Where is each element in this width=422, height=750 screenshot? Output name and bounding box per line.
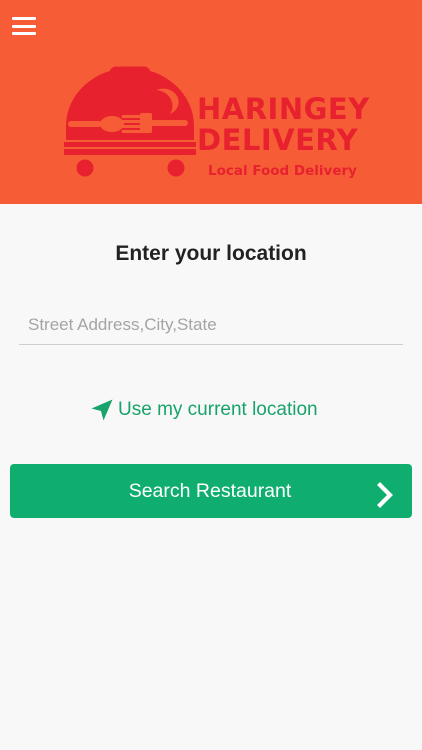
brand-name-line2: DELIVERY: [197, 123, 359, 157]
menu-icon-bar-top: [12, 17, 36, 21]
search-restaurant-button[interactable]: Search Restaurant: [10, 464, 412, 518]
use-current-location-label: Use my current location: [118, 399, 318, 420]
chevron-right-icon: [377, 482, 393, 508]
menu-icon-bar-bottom: [12, 32, 36, 36]
app-header: HARINGEY DELIVERY Local Food Delivery: [0, 0, 422, 204]
address-input[interactable]: [19, 305, 403, 345]
search-restaurant-label: Search Restaurant: [128, 480, 292, 502]
hamburger-menu-button[interactable]: [12, 15, 38, 37]
food-cart-icon: [64, 66, 196, 177]
spoon-bowl: [100, 116, 124, 132]
page-title: Enter your location: [115, 242, 307, 265]
spoon-handle: [68, 121, 102, 127]
fork-handle: [150, 120, 188, 126]
navigation-arrow-icon: [91, 399, 113, 421]
brand-name-line1: HARINGEY: [197, 92, 370, 126]
use-current-location-link[interactable]: Use my current location: [90, 397, 318, 423]
brand-logo: HARINGEY DELIVERY Local Food Delivery: [60, 64, 369, 184]
menu-icon-bar-middle: [12, 24, 36, 28]
brand-tagline: Local Food Delivery: [208, 163, 357, 179]
